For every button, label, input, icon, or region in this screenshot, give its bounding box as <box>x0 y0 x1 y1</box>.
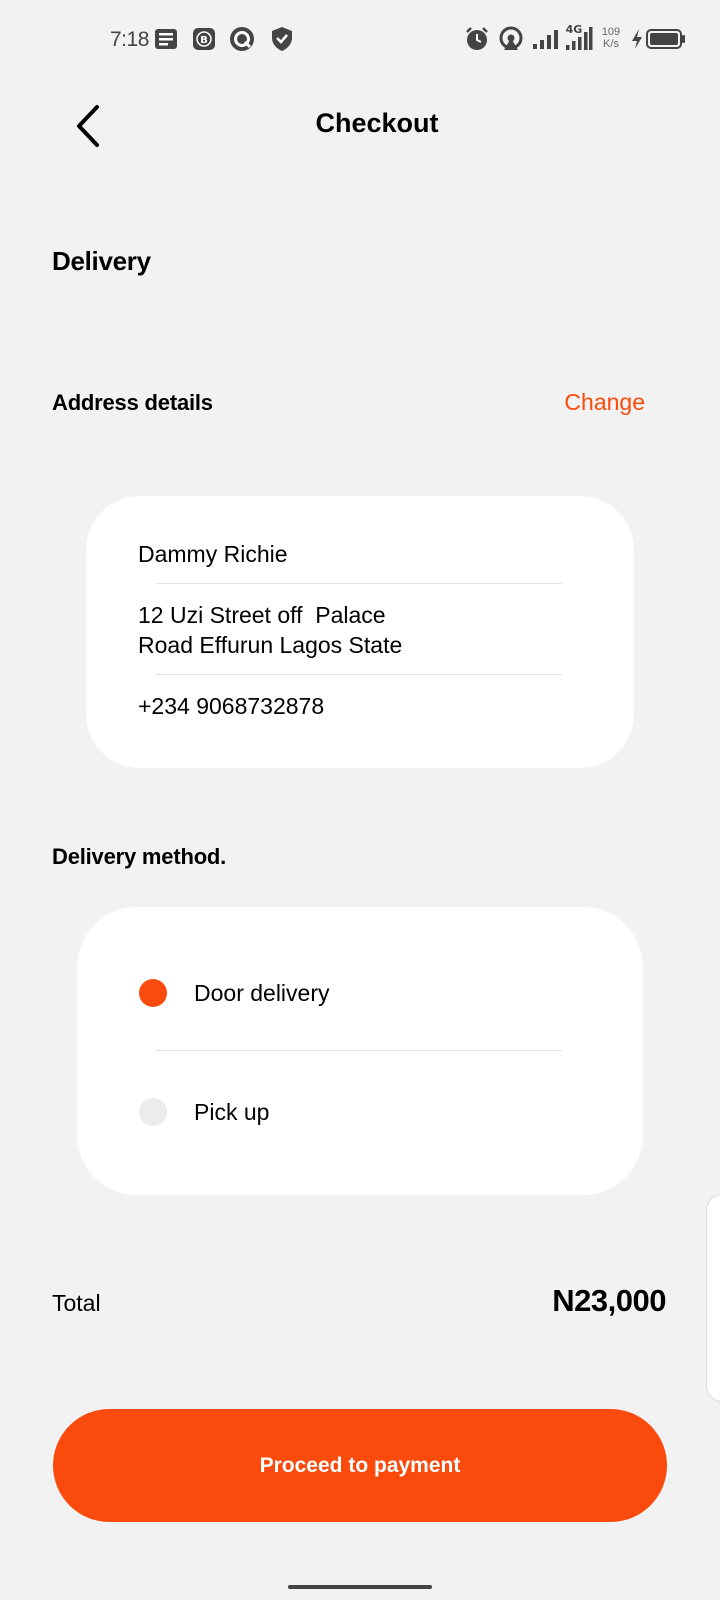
status-time: 7:18 <box>110 28 149 51</box>
address-line-2: Road Effurun Lagos State <box>138 632 403 658</box>
svg-text:4G: 4G <box>566 23 583 36</box>
notes-icon <box>153 26 179 52</box>
address-heading: Address details <box>52 390 213 415</box>
network-speed-unit: K/s <box>603 38 619 50</box>
delivery-method-card <box>77 907 643 1195</box>
delivery-method-heading: Delivery method. <box>52 844 227 869</box>
address-line-1: 12 Uzi Street off Palace <box>138 602 386 628</box>
total-label: Total <box>52 1290 101 1316</box>
address-divider <box>156 583 562 584</box>
network-speed-value: 109 <box>601 26 621 38</box>
address-name: Dammy Richie <box>138 541 288 567</box>
side-edge-panel-handle[interactable] <box>706 1194 720 1402</box>
network-speed: 109 K/s <box>598 26 624 50</box>
change-address-link[interactable]: Change <box>540 389 645 416</box>
battery-icon <box>646 26 686 52</box>
proceed-to-payment-button[interactable]: Proceed to payment <box>53 1409 667 1522</box>
signal-icon <box>532 26 560 52</box>
address-divider <box>156 674 562 675</box>
address-street: 12 Uzi Street off Palace Road Effurun La… <box>138 600 402 660</box>
signal-4g-icon: 4G <box>562 22 594 52</box>
door-delivery-label[interactable]: Door delivery <box>194 980 330 1007</box>
q-app-icon <box>228 26 256 52</box>
address-phone: +234 9068732878 <box>138 693 325 719</box>
pick-up-radio[interactable] <box>139 1098 167 1126</box>
pick-up-label[interactable]: Pick up <box>194 1099 269 1126</box>
alarm-icon <box>464 26 490 52</box>
home-indicator[interactable] <box>288 1585 432 1589</box>
charging-icon <box>630 26 644 52</box>
hotspot-icon <box>498 26 524 52</box>
page-title: Checkout <box>315 108 439 138</box>
b-app-icon: B <box>191 26 217 52</box>
method-divider <box>156 1050 562 1051</box>
total-value: N23,000 <box>552 1283 666 1318</box>
svg-text:B: B <box>200 35 208 46</box>
shield-icon <box>270 26 294 52</box>
section-title: Delivery <box>52 246 151 276</box>
door-delivery-radio[interactable] <box>139 979 167 1007</box>
